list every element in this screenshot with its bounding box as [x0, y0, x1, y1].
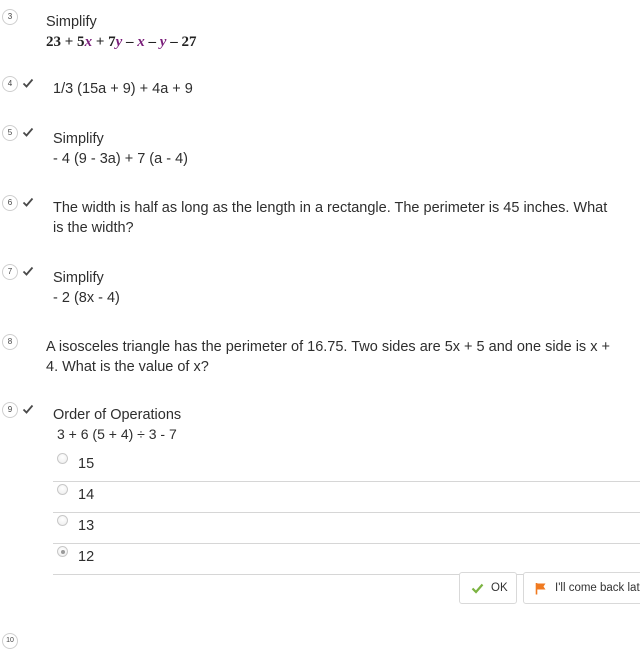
check-icon — [22, 78, 34, 88]
answer-option[interactable]: 15 — [53, 450, 640, 482]
question-number: 9 — [2, 402, 18, 418]
check-icon — [22, 404, 34, 414]
question-number: 6 — [2, 195, 18, 211]
question-text-line-1: A isosceles triangle has the perimeter o… — [46, 339, 610, 355]
come-back-later-button[interactable]: I'll come back later — [523, 572, 640, 604]
answer-option[interactable]: 14 — [53, 481, 640, 513]
option-label: 13 — [78, 518, 95, 534]
question-number: 3 — [2, 9, 18, 25]
check-icon — [471, 583, 484, 594]
option-label: 14 — [78, 487, 95, 503]
check-icon — [22, 127, 34, 137]
ok-button-label: OK — [491, 582, 508, 594]
question-text: - 4 (9 - 3a) + 7 (a - 4) — [53, 151, 188, 167]
question-number: 8 — [2, 334, 18, 350]
flag-icon — [535, 583, 546, 595]
question-text: - 2 (8x - 4) — [53, 290, 120, 306]
check-icon — [22, 197, 34, 207]
question-title: Order of Operations — [53, 407, 182, 423]
question-number-next: 10 — [2, 633, 18, 649]
radio-button[interactable] — [57, 484, 68, 495]
question-expression: 23 + 5x + 7y – x – y – 27 — [46, 34, 197, 50]
question-text-line-1: The width is half as long as the length … — [53, 200, 608, 216]
question-text-line-2: is the width? — [53, 220, 134, 236]
question-number: 5 — [2, 125, 18, 141]
question-number: 7 — [2, 264, 18, 280]
radio-button[interactable] — [57, 515, 68, 526]
come-back-later-label: I'll come back later — [555, 582, 640, 594]
question-text: 3 + 6 (5 + 4) ÷ 3 - 7 — [57, 426, 177, 442]
question-text: 1/3 (15a + 9) + 4a + 9 — [53, 81, 193, 97]
question-text-line-2: 4. What is the value of x? — [46, 359, 209, 375]
question-number: 4 — [2, 76, 18, 92]
option-label: 15 — [78, 456, 95, 472]
radio-button-selected[interactable] — [57, 546, 68, 557]
question-title: Simplify — [46, 14, 97, 30]
option-label: 12 — [78, 549, 95, 565]
radio-button[interactable] — [57, 453, 68, 464]
question-title: Simplify — [53, 131, 104, 147]
check-icon — [22, 266, 34, 276]
answer-option[interactable]: 13 — [53, 512, 640, 544]
answer-option-selected[interactable]: 12 — [53, 543, 640, 575]
question-title: Simplify — [53, 270, 104, 286]
ok-button[interactable]: OK — [459, 572, 517, 604]
